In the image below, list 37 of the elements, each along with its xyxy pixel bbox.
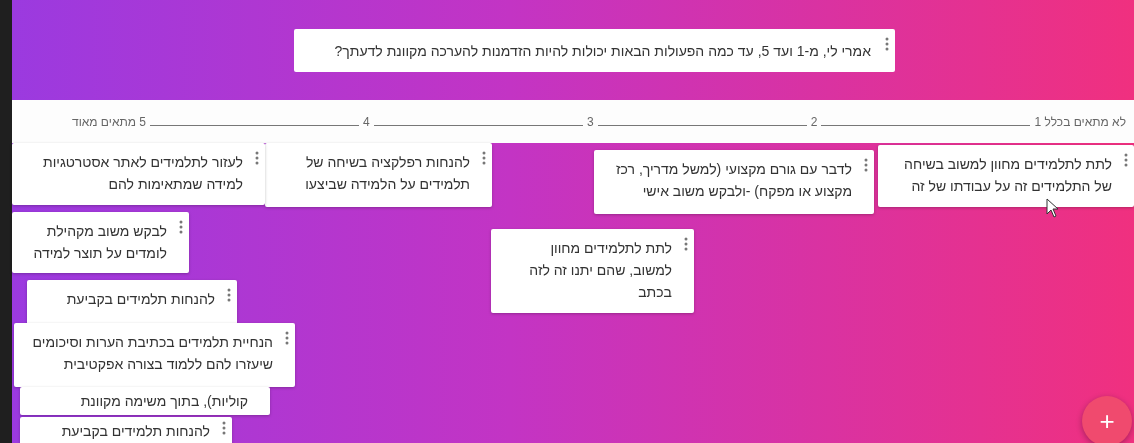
- note-card[interactable]: לבקש משוב מקהילת לומדים על תוצר למידה: [12, 212, 189, 273]
- kebab-menu-icon[interactable]: [885, 37, 889, 51]
- kebab-menu-icon[interactable]: [179, 220, 183, 234]
- note-text: לתת לתלמידים מחוון למשוב, שהם יתנו זה לזה בכתב: [528, 239, 672, 302]
- note-text: להנחות תלמידים בקביעת: [65, 290, 215, 309]
- scale-label: 2: [810, 114, 818, 129]
- note-text: להנחות תלמידים בקביעת: [60, 422, 210, 441]
- note-card[interactable]: קוליות), בתוך משימה מקוונת: [20, 387, 270, 415]
- scale-label: 5 מתאים מאוד: [72, 114, 146, 129]
- note-card[interactable]: להנחות תלמידים בקביעת: [20, 417, 232, 443]
- scale-label: 3: [586, 114, 594, 129]
- note-text: לבקש משוב מקהילת לומדים על תוצר למידה: [32, 222, 167, 263]
- note-text: לתת לתלמידים מחוון למשוב בשיחה של התלמידים זה על עבודתו של זה: [903, 155, 1112, 196]
- kebab-menu-icon[interactable]: [482, 151, 486, 165]
- kebab-menu-icon[interactable]: [222, 421, 226, 435]
- note-card[interactable]: הנחיית תלמידים בכתיבת הערות וסיכומים שיעזרו להם ללמוד בצורה אפקטיבית: [14, 323, 295, 387]
- note-card[interactable]: לתת לתלמידים מחוון למשוב, שהם יתנו זה לזה בכתב: [491, 229, 694, 313]
- kebab-menu-icon[interactable]: [1124, 153, 1128, 167]
- note-text: לעזור לתלמידים לאתר אסטרטגיות למידה שמתאימות להם: [42, 153, 243, 194]
- note-card[interactable]: להנחות רפלקציה בשיחה של תלמידים על הלמידה שביצעו: [265, 143, 492, 207]
- kebab-menu-icon[interactable]: [255, 151, 259, 165]
- note-text: קוליות), בתוך משימה מקוונת: [79, 392, 248, 411]
- cursor-icon: [1046, 198, 1060, 218]
- question-text: אמרי לי, מ-1 ועד 5, עד כמה הפעולות הבאות יכולות להיות הזדמנות להערכה מקוונת לדעתך?: [334, 42, 871, 59]
- kebab-menu-icon[interactable]: [684, 237, 688, 251]
- note-text: להנחות רפלקציה בשיחה של תלמידים על הלמידה שביצעו: [304, 153, 470, 194]
- note-card[interactable]: לעזור לתלמידים לאתר אסטרטגיות למידה שמתאימות להם: [12, 143, 265, 205]
- add-button[interactable]: +: [1082, 396, 1132, 443]
- scale-label: לא מתאים בכלל 1: [1034, 114, 1126, 129]
- scale-label: 4: [363, 114, 370, 129]
- kebab-menu-icon[interactable]: [285, 331, 289, 345]
- note-text: לדבר עם גורם מקצועי (למשל מדריך, רכז מקצוע או מפקח) -ולבקש משוב אישי: [615, 160, 852, 201]
- kebab-menu-icon[interactable]: [227, 288, 231, 302]
- note-card[interactable]: לתת לתלמידים מחוון למשוב בשיחה של התלמידים זה על עבודתו של זה: [878, 145, 1134, 207]
- note-text: הנחיית תלמידים בכתיבת הערות וסיכומים שיעזרו להם ללמוד בצורה אפקטיבית: [31, 333, 273, 374]
- kebab-menu-icon[interactable]: [864, 158, 868, 172]
- note-card[interactable]: לדבר עם גורם מקצועי (למשל מדריך, רכז מקצוע או מפקח) -ולבקש משוב אישי: [594, 150, 874, 214]
